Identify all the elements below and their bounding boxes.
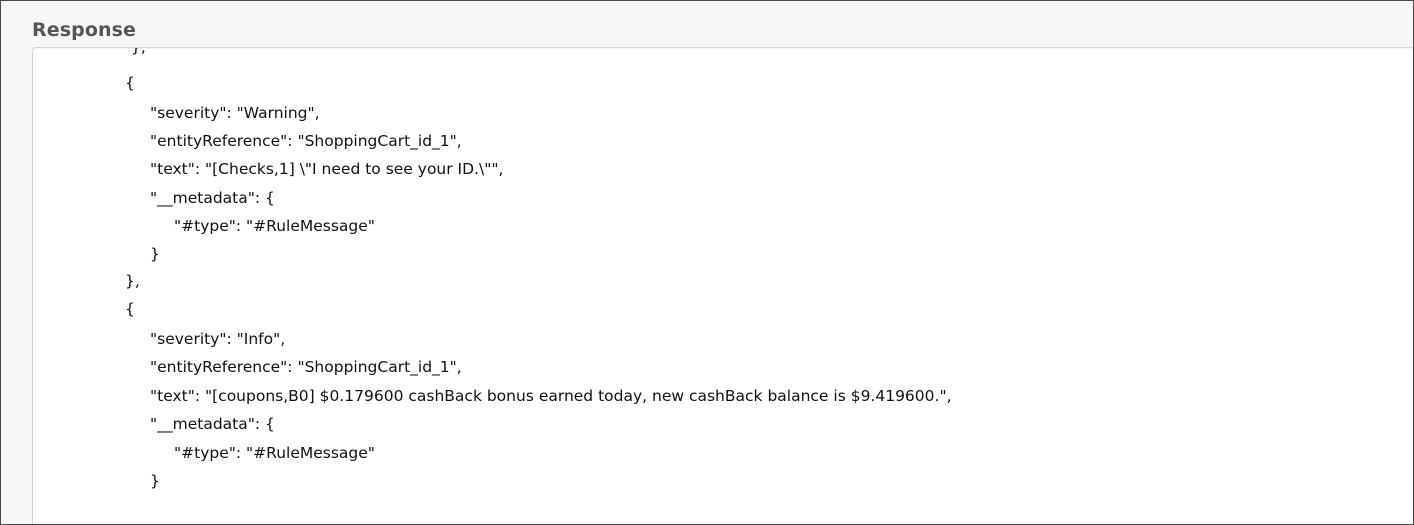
json-line: { xyxy=(125,300,135,318)
json-line: "severity": "Info", xyxy=(150,330,286,348)
json-line: "__metadata": { xyxy=(150,415,275,433)
json-line: "text": "[Checks,1] \"I need to see your… xyxy=(150,160,504,178)
json-line: "entityReference": "ShoppingCart_id_1", xyxy=(150,132,462,150)
json-line: { xyxy=(125,74,135,92)
json-line: }, xyxy=(125,272,140,290)
json-line: } xyxy=(150,245,160,263)
json-line: "#type": "#RuleMessage" xyxy=(174,444,375,462)
json-line: } xyxy=(150,472,160,490)
response-output[interactable]: }, { "severity": "Warning", "entityRefer… xyxy=(32,47,1413,524)
json-line: "text": "[coupons,B0] $0.179600 cashBack… xyxy=(150,387,952,405)
response-panel: Response }, { "severity": "Warning", "en… xyxy=(0,0,1414,525)
json-line: "severity": "Warning", xyxy=(150,104,320,122)
json-line: "__metadata": { xyxy=(150,189,275,207)
json-line: "#type": "#RuleMessage" xyxy=(174,217,375,235)
json-line: }, xyxy=(131,47,146,56)
panel-title: Response xyxy=(32,19,137,41)
json-line: "entityReference": "ShoppingCart_id_1", xyxy=(150,358,462,376)
